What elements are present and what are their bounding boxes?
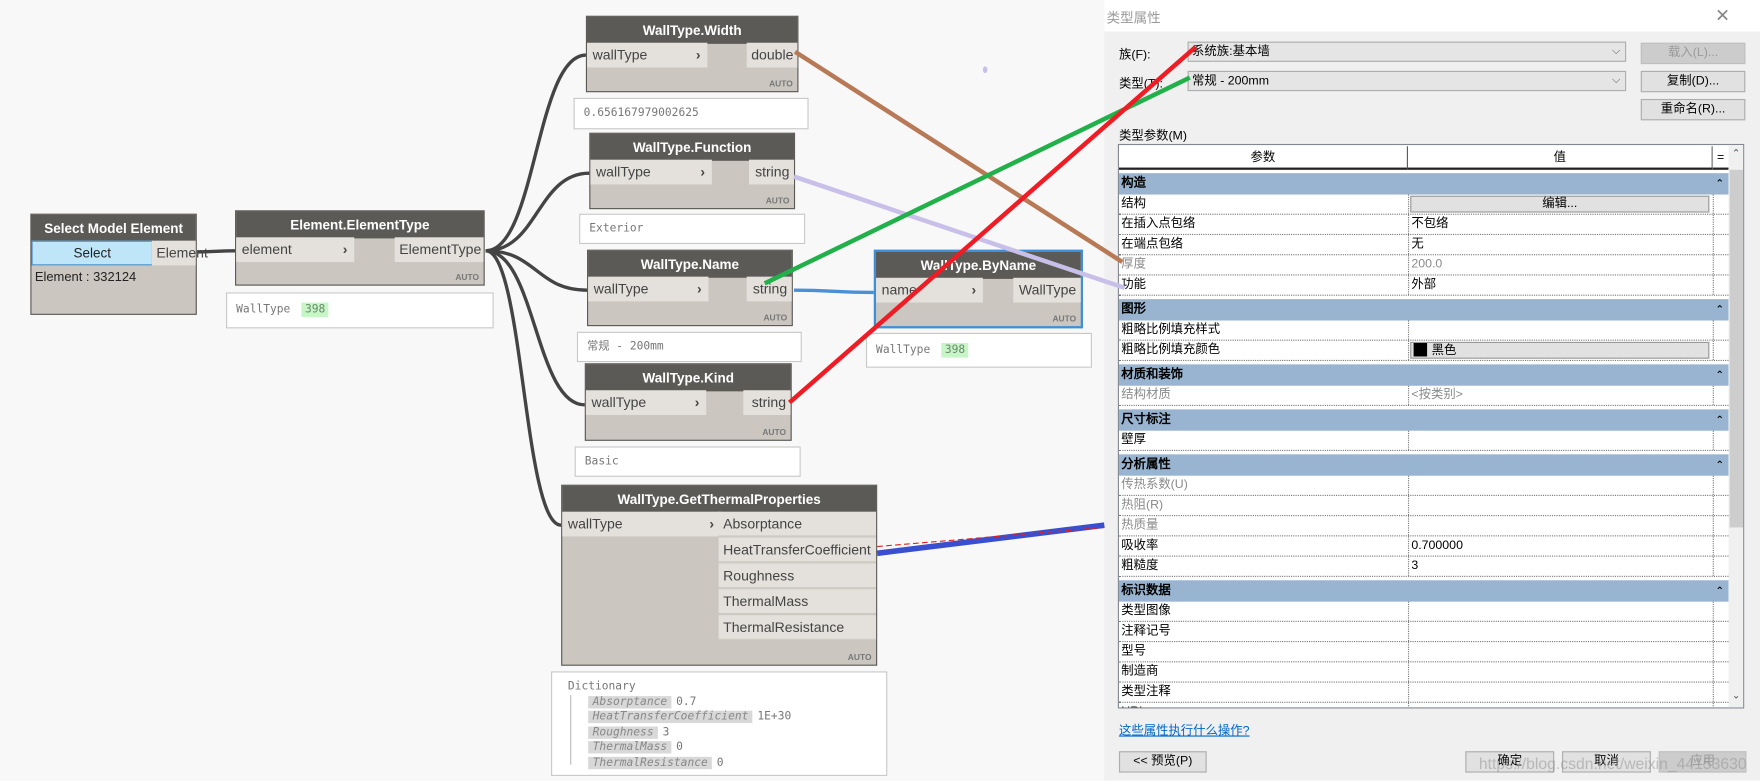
wires-layer (197, 45, 1197, 557)
dynamo-canvas[interactable]: Select Model Element Select Element Element… (0, 0, 1760, 781)
wire-elementtype (485, 171, 590, 253)
wire-element (197, 249, 236, 254)
wire-elementtype (485, 249, 585, 407)
stray-dot (982, 66, 988, 74)
wire-name-byname (793, 288, 874, 295)
annotation-line-thermal (876, 522, 1105, 557)
wire-elementtype (485, 53, 587, 253)
annotation-line-kind (787, 45, 1197, 405)
